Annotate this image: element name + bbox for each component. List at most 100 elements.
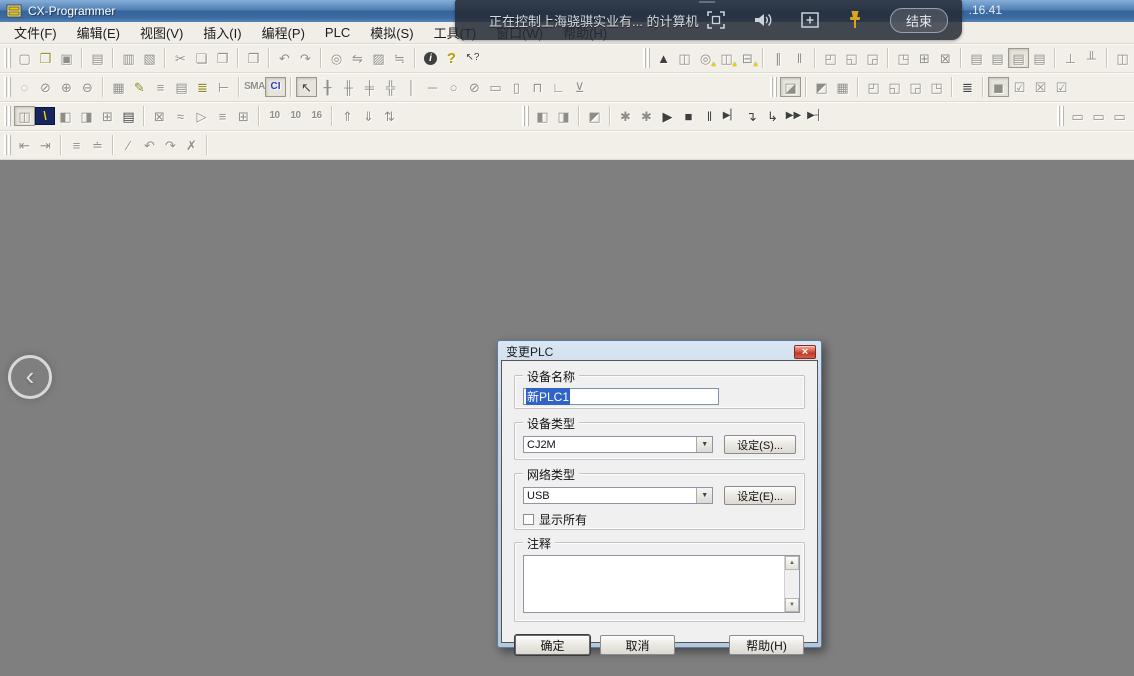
close-icon[interactable]: ×: [794, 345, 816, 359]
toolbar-grip-handle[interactable]: [643, 48, 650, 68]
transfer-from-plc-icon[interactable]: ◲: [862, 48, 883, 68]
change-all-icon[interactable]: ≒: [389, 48, 410, 68]
context-help-icon[interactable]: ↖?: [462, 48, 483, 68]
upload-cancel-icon[interactable]: ◱: [884, 77, 905, 97]
toolbar-grip-handle[interactable]: [522, 106, 529, 126]
watch-flag-icon[interactable]: ▷: [191, 106, 212, 126]
online-io-table-icon[interactable]: ◫▲: [716, 48, 737, 68]
hex-format-icon[interactable]: 16: [306, 106, 327, 126]
cross-reference-icon[interactable]: ⊠: [149, 106, 170, 126]
sim-continuous-step-icon[interactable]: ▶▶: [783, 106, 804, 126]
time-chart-icon[interactable]: ╨: [1081, 48, 1102, 68]
find-in-project-icon[interactable]: ▨: [368, 48, 389, 68]
cancel-button[interactable]: 取消: [600, 635, 675, 655]
monitor-mode-icon[interactable]: ▤: [987, 48, 1008, 68]
io-rack-2-icon[interactable]: ▭: [1088, 106, 1109, 126]
find-icon[interactable]: ◎: [326, 48, 347, 68]
print-preview-icon[interactable]: ▧: [139, 48, 160, 68]
comment-textarea[interactable]: [524, 556, 784, 612]
data-trace-icon[interactable]: ◫: [1112, 48, 1133, 68]
contact-nc-icon[interactable]: ╫: [338, 77, 359, 97]
info-icon[interactable]: i: [420, 48, 441, 68]
download-program-icon[interactable]: ⇓: [358, 106, 379, 126]
diff-reject-icon[interactable]: ✗: [181, 135, 202, 155]
show-rung-list-icon[interactable]: ≡: [150, 77, 171, 97]
new-file-icon[interactable]: ▢: [14, 48, 35, 68]
pause-icon[interactable]: ‖: [789, 48, 810, 68]
pause-monitoring-icon[interactable]: ∥: [768, 48, 789, 68]
download-partial-icon[interactable]: ◳: [926, 77, 947, 97]
new-window-icon[interactable]: ⊞: [97, 106, 118, 126]
toolbar-grip-handle[interactable]: [4, 106, 11, 126]
show-io-window-icon[interactable]: ◫: [14, 106, 35, 126]
line-connect-icon[interactable]: ∟: [548, 77, 569, 97]
paste-special-icon[interactable]: ❒: [243, 48, 264, 68]
sim-debug-icon[interactable]: ◩: [584, 106, 605, 126]
outdent-rung-icon[interactable]: ⇥: [35, 135, 56, 155]
function-block-icon[interactable]: ⊓: [527, 77, 548, 97]
verify-cancel-icon[interactable]: ☒: [1030, 77, 1051, 97]
online-network-icon[interactable]: ⊟▲: [737, 48, 758, 68]
sim-run-icon[interactable]: ▶: [657, 106, 678, 126]
symbol-tree-icon[interactable]: ⊢: [213, 77, 234, 97]
comment-scrollbar[interactable]: ▲ ▼: [784, 556, 799, 612]
online-monitor-icon[interactable]: ◫: [674, 48, 695, 68]
address-ref-tool-icon[interactable]: ≈: [170, 106, 191, 126]
device-type-select[interactable]: CJ2M ▼: [523, 436, 713, 453]
memory-view-icon[interactable]: ⊞: [233, 106, 254, 126]
sim-step-out-icon[interactable]: ↳: [762, 106, 783, 126]
upload-program-icon[interactable]: ⇑: [337, 106, 358, 126]
zoom-in-icon[interactable]: ⊕: [56, 77, 77, 97]
sim-scan-run-icon[interactable]: ▶┤: [804, 106, 825, 126]
open-file-icon[interactable]: ❒: [35, 48, 56, 68]
sim-step-in-icon[interactable]: ↴: [741, 106, 762, 126]
toolbar-grip-handle[interactable]: [4, 48, 11, 68]
line-delete-icon[interactable]: ⊻: [569, 77, 590, 97]
window-cascade-icon[interactable]: ◧: [55, 106, 76, 126]
menu-item-file[interactable]: 文件(F): [4, 21, 67, 44]
menu-item-insert[interactable]: 插入(I): [193, 21, 251, 44]
closed-coil-icon[interactable]: ⊘: [464, 77, 485, 97]
show-grid-icon[interactable]: ▦: [108, 77, 129, 97]
sim-stop-icon[interactable]: ■: [678, 106, 699, 126]
ok-button[interactable]: 确定: [515, 635, 590, 655]
rung-comment-icon[interactable]: ✎: [129, 77, 150, 97]
coil-icon[interactable]: ○: [443, 77, 464, 97]
verify-apply-icon[interactable]: ☑: [1051, 77, 1072, 97]
copy-icon[interactable]: ❏: [191, 48, 212, 68]
chevron-down-icon[interactable]: ▼: [696, 437, 712, 452]
menu-item-plc[interactable]: PLC: [315, 23, 360, 42]
diff-mark-icon[interactable]: ∕: [118, 135, 139, 155]
stacked-view-icon[interactable]: ◩: [811, 77, 832, 97]
horizontal-line-icon[interactable]: ─: [422, 77, 443, 97]
speaker-icon[interactable]: [752, 10, 774, 30]
step-trace-icon[interactable]: ⊥: [1060, 48, 1081, 68]
run-mode-icon[interactable]: ▤: [966, 48, 987, 68]
signed-decimal-format-icon[interactable]: 10: [285, 106, 306, 126]
device-type-settings-button[interactable]: 设定(S)...: [724, 435, 796, 454]
instruction-block-icon[interactable]: ▯: [506, 77, 527, 97]
program-check-icon[interactable]: ◰: [820, 48, 841, 68]
toolbar-grip-handle[interactable]: [770, 77, 777, 97]
io-rack-1-icon[interactable]: ▭: [1067, 106, 1088, 126]
add-window-icon[interactable]: [800, 10, 820, 30]
contact-or-nc-icon[interactable]: ╬: [380, 77, 401, 97]
verify-ok-icon[interactable]: ☑: [1009, 77, 1030, 97]
transfer-to-plc-icon[interactable]: ◱: [841, 48, 862, 68]
vertical-line-icon[interactable]: │: [401, 77, 422, 97]
sim-online-icon[interactable]: ◧: [532, 106, 553, 126]
monitor-box-icon[interactable]: ◼: [988, 77, 1009, 97]
menu-item-program[interactable]: 编程(P): [252, 21, 315, 44]
end-session-button[interactable]: 结束: [890, 8, 948, 33]
help-button[interactable]: 帮助(H): [729, 635, 804, 655]
sim-monitor-icon[interactable]: ◨: [553, 106, 574, 126]
sim-step-run-icon[interactable]: ▶▏: [720, 106, 741, 126]
contact-no-icon[interactable]: ╂: [317, 77, 338, 97]
compare-with-plc-icon[interactable]: ◳: [893, 48, 914, 68]
fb-instance-icon[interactable]: ◪: [780, 77, 801, 97]
toolbar-grip-handle[interactable]: [4, 135, 11, 155]
undo-icon[interactable]: ↶: [274, 48, 295, 68]
smart-input-icon[interactable]: SMA: [244, 77, 265, 97]
sim-pause-icon[interactable]: ‖: [699, 106, 720, 126]
decimal-format-icon[interactable]: 10: [264, 106, 285, 126]
